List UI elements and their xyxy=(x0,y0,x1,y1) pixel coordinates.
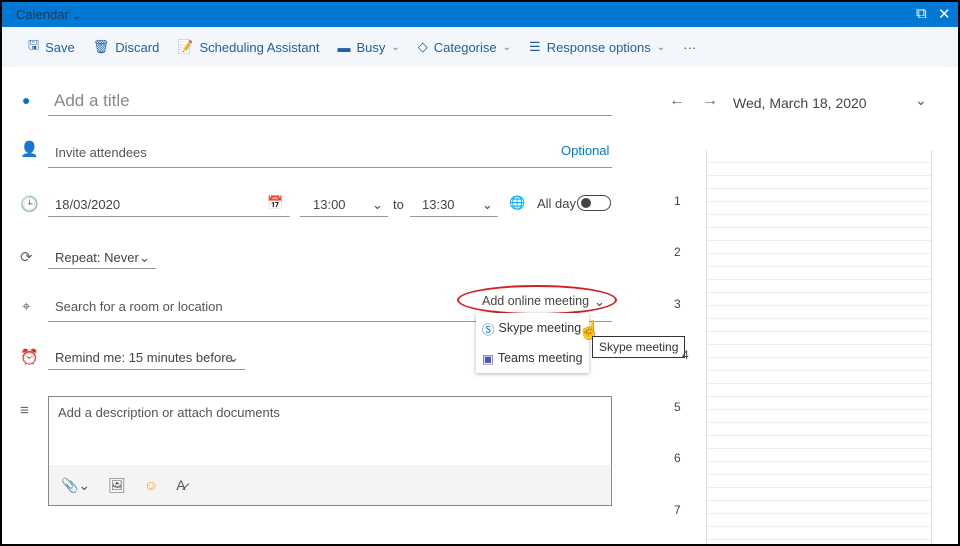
end-time-dropdown[interactable]: 13:30 xyxy=(422,197,455,212)
attach-icon[interactable]: 📎⌄ xyxy=(61,477,90,494)
toolbar: 🖫 Save 🗑 Discard 📝 Scheduling Assistant ▬ Bu… xyxy=(2,27,958,67)
all-day-toggle[interactable] xyxy=(577,195,611,211)
editor-toolbar: 📎⌄ 🖼 ☺ A̷ xyxy=(49,465,611,505)
location-icon: ⌖ xyxy=(22,298,31,315)
repeat-icon: ⟳ xyxy=(20,249,33,266)
calendar-date[interactable]: Wed, March 18, 2020 xyxy=(733,95,867,111)
timezone-icon[interactable]: 🌐 xyxy=(509,195,525,211)
save-icon: 🖫 xyxy=(28,37,40,52)
menu-item-skype[interactable]: Ⓢ Skype meeting xyxy=(476,313,589,343)
description-icon: ≡ xyxy=(20,402,29,419)
description-placeholder: Add a description or attach documents xyxy=(58,405,280,420)
day-grid[interactable] xyxy=(706,150,932,544)
event-window: Calendar ⌄ ⧉ ✕ 🖫 Save 🗑 Discard 📝 Schedulin… xyxy=(2,2,958,544)
start-time-dropdown[interactable]: 13:00 xyxy=(313,197,346,212)
hour-label: 2 xyxy=(674,245,681,259)
repeat-dropdown[interactable]: Repeat: Never xyxy=(55,250,139,265)
chevron-down-icon[interactable]: ⌄ xyxy=(915,92,927,109)
all-day-label: All day xyxy=(537,196,577,211)
save-button[interactable]: 🖫 Save xyxy=(28,36,75,58)
discard-button[interactable]: 🗑 Discard xyxy=(93,39,160,55)
busy-dropdown[interactable]: ▬ Busy ⌄ xyxy=(337,40,399,55)
emoji-icon[interactable]: ☺ xyxy=(144,477,158,493)
title-bar: Calendar ⌄ ⧉ ✕ xyxy=(2,2,958,27)
response-options-dropdown[interactable]: ☰ Response options ⌄ xyxy=(529,39,665,55)
location-input[interactable]: Search for a room or location xyxy=(55,299,223,314)
description-editor[interactable]: Add a description or attach documents 📎⌄… xyxy=(48,396,612,506)
prev-arrow-icon[interactable]: ← xyxy=(669,92,685,110)
reminder-dropdown[interactable]: Remind me: 15 minutes before xyxy=(55,350,233,365)
clock-icon: 🕒 xyxy=(20,196,39,213)
hour-label: 3 xyxy=(674,297,681,311)
popout-icon[interactable]: ⧉ xyxy=(916,5,927,22)
categorise-dropdown[interactable]: ◇ Categorise ⌄ xyxy=(418,39,511,55)
hour-label: 5 xyxy=(674,400,681,414)
hour-label: 6 xyxy=(674,451,681,465)
format-icon[interactable]: A̷ xyxy=(176,477,185,493)
trash-icon: 🗑 xyxy=(92,39,110,54)
hour-label: 7 xyxy=(674,503,681,517)
calendar-menu[interactable]: Calendar ⌄ xyxy=(16,7,81,22)
attendees-input[interactable]: Invite attendees xyxy=(55,145,147,160)
tooltip: Skype meeting xyxy=(592,336,686,358)
response-icon: ☰ xyxy=(529,39,541,54)
close-icon[interactable]: ✕ xyxy=(938,5,951,23)
hour-label: 1 xyxy=(674,194,681,208)
online-meeting-menu: Ⓢ Skype meeting ▣ Teams meeting xyxy=(476,313,589,373)
highlight-oval xyxy=(457,285,617,315)
title-input[interactable]: Add a title xyxy=(54,91,130,111)
tag-icon: ◇ xyxy=(417,39,428,54)
calendar-icon[interactable]: 📅 xyxy=(267,195,283,211)
teams-icon: ▣ xyxy=(482,351,494,366)
image-icon[interactable]: 🖼 xyxy=(108,477,126,494)
dot-icon: ● xyxy=(22,92,31,108)
person-icon: 👤 xyxy=(20,141,39,158)
scheduling-assistant-button[interactable]: 📝 Scheduling Assistant xyxy=(177,39,319,55)
more-button[interactable]: ··· xyxy=(683,40,696,55)
menu-item-teams[interactable]: ▣ Teams meeting xyxy=(476,343,589,373)
calendar-edit-icon: 📝 xyxy=(177,39,194,54)
to-label: to xyxy=(393,197,404,212)
busy-icon: ▬ xyxy=(337,39,351,55)
optional-link[interactable]: Optional xyxy=(561,143,609,158)
date-input[interactable]: 18/03/2020 xyxy=(55,197,120,212)
skype-icon: Ⓢ xyxy=(482,322,495,337)
alarm-icon: ⏰ xyxy=(20,349,39,366)
hour-label: 4 xyxy=(682,348,689,362)
next-arrow-icon[interactable]: → xyxy=(702,92,718,110)
